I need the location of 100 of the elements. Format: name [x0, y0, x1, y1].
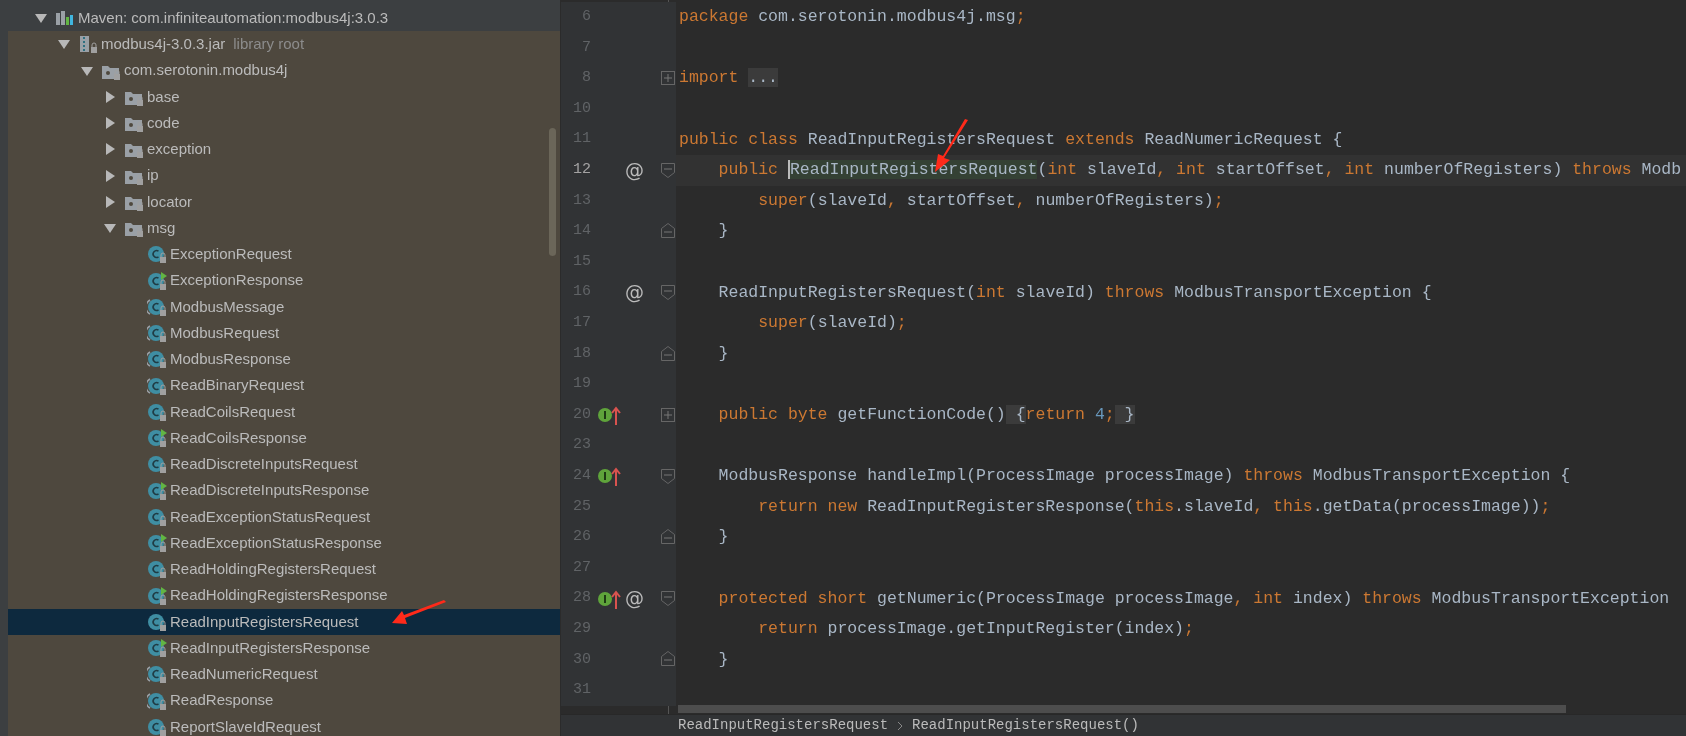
item-label: ModbusRequest — [170, 322, 280, 343]
tree-item[interactable]: ReadCoilsResponse — [8, 425, 560, 452]
item-label: ReadInputRegistersResponse — [170, 637, 371, 658]
expanded-arrow-icon[interactable] — [104, 222, 116, 235]
runnable-class-icon — [147, 270, 167, 291]
item-label: ReadDiscreteInputsRequest — [170, 454, 358, 475]
jar-icon — [78, 34, 98, 55]
code-line: public byte getFunctionCode() {return 4; } — [717, 404, 1135, 427]
class-icon — [147, 716, 167, 736]
item-label: ModbusResponse — [170, 349, 291, 370]
override-marker[interactable]: @ — [625, 584, 644, 613]
code-line: } — [717, 220, 729, 243]
class-icon — [147, 559, 167, 580]
collapsed-arrow-icon[interactable] — [104, 90, 116, 103]
collapsed-arrow-icon[interactable] — [104, 195, 116, 208]
item-label: msg — [147, 217, 176, 238]
fold-end-icon[interactable] — [660, 345, 676, 362]
code-line: super(slaveId, startOffset, numberOfRegisters); — [757, 189, 1224, 212]
code-line: protected short getNumeric(ProcessImage processImage, int index) throws ModbusTransportException — [717, 587, 1670, 610]
fold-collapse-icon[interactable] — [660, 590, 676, 607]
tree-item[interactable]: ReadHoldingRegistersRequest — [8, 556, 560, 583]
fold-expand-icon[interactable] — [660, 406, 676, 423]
expanded-arrow-icon[interactable] — [58, 38, 70, 51]
tree-item[interactable]: ReadBinaryRequest — [8, 372, 560, 399]
tree-item[interactable]: code — [8, 110, 560, 137]
runnable-class-icon — [147, 480, 167, 501]
item-label: ReadDiscreteInputsResponse — [170, 480, 370, 501]
code-line: return processImage.getInputRegister(index); — [757, 618, 1194, 641]
expanded-arrow-icon[interactable] — [81, 64, 93, 77]
expanded-arrow-icon[interactable] — [35, 12, 47, 25]
fold-end-icon[interactable] — [660, 529, 676, 546]
tree-item[interactable]: ExceptionRequest — [8, 241, 560, 268]
tree-item[interactable]: ModbusRequest — [8, 320, 560, 347]
runnable-class-icon — [147, 428, 167, 449]
item-label: locator — [147, 191, 193, 212]
breadcrumb[interactable]: ReadInputRegistersRequest() — [912, 715, 1139, 736]
item-label: Maven: com.infiniteautomation:modbus4j:3.0.3 — [78, 7, 389, 28]
tree-item[interactable]: base — [8, 83, 560, 110]
item-label: ExceptionResponse — [170, 270, 304, 291]
tree-item[interactable]: Maven: com.infiniteautomation:modbus4j:3.0.3 — [8, 5, 560, 32]
implements-icon[interactable] — [597, 404, 621, 426]
chevron-icon — [896, 719, 905, 732]
abstract-class-icon — [147, 690, 167, 711]
horizontal-scrollbar[interactable] — [678, 705, 1566, 713]
tree-item[interactable]: ReadHoldingRegistersResponse — [8, 582, 560, 609]
abstract-class-icon — [147, 296, 167, 317]
tree-scrollbar[interactable] — [549, 128, 556, 256]
tree-item[interactable]: ModbusMessage — [8, 293, 560, 320]
collapsed-arrow-icon[interactable] — [104, 169, 116, 182]
item-label: ip — [147, 165, 159, 186]
tree-item[interactable]: ModbusResponse — [8, 346, 560, 373]
collapsed-arrow-icon[interactable] — [104, 143, 116, 156]
tree-item[interactable]: ReadInputRegistersRequest — [8, 608, 560, 635]
fold-expand-icon[interactable] — [660, 70, 676, 87]
item-label: com.serotonin.modbus4j — [124, 60, 288, 81]
tree-item[interactable]: com.serotonin.modbus4j — [8, 57, 560, 84]
item-label: ModbusMessage — [170, 296, 285, 317]
item-label: exception — [147, 139, 212, 160]
tree-item[interactable]: ReadResponse — [8, 687, 560, 714]
fold-collapse-icon[interactable] — [660, 467, 676, 484]
item-label: ReadCoilsResponse — [170, 427, 307, 448]
runnable-class-icon — [147, 585, 167, 606]
code-line: return new ReadInputRegistersResponse(this.slaveId, this.getData(processImage)); — [757, 495, 1551, 518]
tree-item[interactable]: ReadNumericRequest — [8, 661, 560, 688]
fold-end-icon[interactable] — [660, 651, 676, 668]
item-label: ReportSlaveIdRequest — [170, 716, 321, 736]
fold-collapse-icon[interactable] — [660, 284, 676, 301]
tree-item[interactable]: ReadExceptionStatusRequest — [8, 503, 560, 530]
runnable-class-icon — [147, 533, 167, 554]
tree-item[interactable]: exception — [8, 136, 560, 163]
item-label: ReadExceptionStatusResponse — [170, 532, 382, 553]
code-line: super(slaveId); — [757, 312, 907, 335]
code-line: } — [717, 342, 729, 365]
item-label: modbus4j-3.0.3.jar — [101, 34, 226, 55]
implements-icon[interactable] — [597, 465, 621, 488]
breadcrumb[interactable]: ReadInputRegistersRequest — [678, 715, 889, 736]
tree-item[interactable]: ReadInputRegistersResponse — [8, 635, 560, 662]
fold-collapse-icon[interactable] — [660, 161, 676, 178]
tree-item[interactable]: ReadDiscreteInputsResponse — [8, 477, 560, 504]
collapsed-arrow-icon[interactable] — [104, 117, 116, 130]
item-label: ReadExceptionStatusRequest — [170, 506, 371, 527]
abstract-class-icon — [147, 375, 167, 396]
tree-item[interactable]: ReadCoilsRequest — [8, 398, 560, 425]
tree-item[interactable]: ip — [8, 162, 560, 189]
item-label: code — [147, 112, 180, 133]
tree-item[interactable]: ReadDiscreteInputsRequest — [8, 451, 560, 478]
override-marker[interactable]: @ — [625, 156, 644, 185]
line-number: 12 — [572, 160, 591, 180]
tree-item[interactable]: ExceptionResponse — [8, 267, 560, 294]
tree-item[interactable]: ReadExceptionStatusResponse — [8, 530, 560, 557]
item-label: ReadCoilsRequest — [170, 401, 296, 422]
class-icon — [147, 244, 167, 265]
fold-end-icon[interactable] — [660, 223, 676, 240]
item-hint: library root — [233, 34, 305, 55]
override-marker[interactable]: @ — [625, 278, 644, 307]
tree-item[interactable]: locator — [8, 188, 560, 215]
tree-item[interactable]: ReportSlaveIdRequest — [8, 713, 560, 736]
tree-item[interactable]: msg — [8, 215, 560, 242]
annotation-arrow — [392, 600, 446, 624]
tree-item[interactable]: modbus4j-3.0.3.jar library root — [8, 31, 560, 58]
